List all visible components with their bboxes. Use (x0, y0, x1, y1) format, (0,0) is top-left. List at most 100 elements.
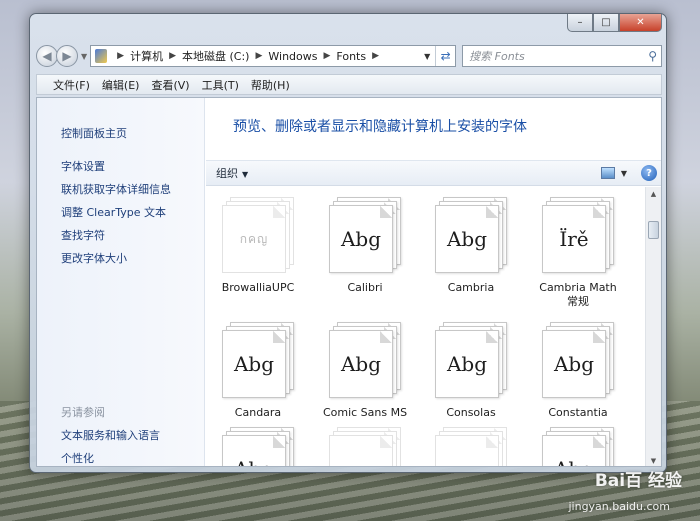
font-tile[interactable]: Ïrě Cambria Math 常规 (528, 197, 628, 309)
font-name: Cambria Math (539, 281, 617, 294)
font-style: 常规 (567, 295, 589, 308)
menu-view[interactable]: 查看(V) (151, 77, 189, 93)
back-button[interactable]: ◀ (36, 45, 58, 67)
menu-help[interactable]: 帮助(H) (251, 77, 290, 93)
explorer-window: – □ ✕ ◀ ▶ ▼ ▶ 计算机 ▶ 本地磁盘 (C:) ▶ Windows … (29, 13, 667, 473)
search-icon[interactable]: ⚲ (648, 49, 657, 63)
change-view-icon[interactable] (600, 167, 615, 179)
minimize-button[interactable]: – (567, 14, 593, 32)
font-sample: กคญ (453, 460, 482, 467)
forward-arrow-icon: ▶ (62, 49, 72, 63)
close-button[interactable]: ✕ (619, 14, 662, 32)
font-file-icon: Abg (329, 197, 401, 273)
see-also-heading: 另请参阅 (61, 406, 105, 419)
page-title: 预览、删除或者显示和隐藏计算机上安装的字体 (233, 119, 527, 135)
chevron-right-icon[interactable]: ▶ (117, 51, 124, 61)
menu-edit[interactable]: 编辑(E) (102, 77, 140, 93)
organize-label: 组织 (216, 167, 238, 180)
font-tile[interactable]: กคญ BrowalliaUPC (208, 197, 308, 295)
folder-icon (95, 49, 108, 63)
search-input[interactable]: 搜索 Fonts ⚲ (462, 45, 662, 67)
change-font-size-link[interactable]: 更改字体大小 (61, 250, 127, 266)
text-services-link[interactable]: 文本服务和输入语言 (61, 427, 160, 443)
font-sample: Abg (340, 352, 382, 376)
control-panel-home-link[interactable]: 控制面板主页 (61, 125, 127, 141)
main-pane: 预览、删除或者显示和隐藏计算机上安装的字体 组织 ▼ ▼ ? กคญ Browall… (206, 98, 661, 466)
font-file-icon: กคญ (329, 427, 401, 467)
breadcrumb-windows[interactable]: Windows (268, 50, 317, 63)
menu-tools[interactable]: 工具(T) (202, 77, 239, 93)
forward-button[interactable]: ▶ (56, 45, 78, 67)
watermark-logo: Bai百 经验 (594, 471, 682, 491)
font-file-icon: Abg (435, 322, 507, 398)
cleartype-link[interactable]: 调整 ClearType 文本 (61, 204, 166, 220)
address-dropdown-icon[interactable]: ▼ (419, 52, 435, 61)
find-character-link[interactable]: 查找字符 (61, 227, 105, 243)
font-tile[interactable]: Abg (528, 427, 628, 466)
menu-file[interactable]: 文件(F) (53, 77, 90, 93)
refresh-icon[interactable]: ⇄ (435, 46, 455, 66)
font-file-icon: Abg (542, 322, 614, 398)
font-tile[interactable]: Abg Constantia (528, 322, 628, 420)
font-name: Constantia (548, 406, 608, 419)
font-name: Calibri (347, 281, 383, 294)
font-file-icon: กคญ (222, 197, 294, 273)
recent-pages-dropdown[interactable]: ▼ (81, 52, 87, 61)
font-file-icon: Abg (329, 322, 401, 398)
font-grid: กคญ BrowalliaUPC Abg Calibri Abg Cambria Ïrě Ca… (206, 187, 643, 467)
font-tile[interactable]: Abg (208, 427, 308, 466)
watermark-url: jingyan.baidu.com (568, 500, 670, 513)
view-dropdown-icon[interactable]: ▼ (621, 169, 627, 178)
font-name: Consolas (446, 406, 496, 419)
address-bar[interactable]: ▶ 计算机 ▶ 本地磁盘 (C:) ▶ Windows ▶ Fonts ▶ ▼ … (90, 45, 457, 67)
font-tile[interactable]: กคญ (421, 427, 521, 467)
font-tile[interactable]: กคญ (315, 427, 415, 467)
font-sample: Abg (446, 352, 488, 376)
maximize-button[interactable]: □ (593, 14, 619, 32)
vertical-scrollbar[interactable]: ▲ ▼ (645, 187, 661, 466)
command-bar: 组织 ▼ ▼ ? (206, 160, 661, 186)
breadcrumb-local-disk[interactable]: 本地磁盘 (C:) (182, 48, 249, 64)
chevron-right-icon[interactable]: ▶ (324, 51, 331, 61)
font-sample: กคญ (347, 460, 376, 467)
font-sample: Abg (446, 227, 488, 251)
font-name: Candara (234, 406, 282, 419)
chevron-right-icon[interactable]: ▶ (169, 51, 176, 61)
back-arrow-icon: ◀ (42, 49, 52, 63)
search-placeholder: 搜索 Fonts (469, 50, 525, 63)
font-file-icon: Abg (222, 322, 294, 398)
font-file-icon: กคญ (435, 427, 507, 467)
font-tile[interactable]: Abg Candara (208, 322, 308, 420)
font-name: Cambria (447, 281, 495, 294)
font-tile[interactable]: Abg Calibri (315, 197, 415, 295)
caption-buttons: – □ ✕ (567, 14, 662, 32)
font-sample: Abg (553, 352, 595, 376)
font-tile[interactable]: Abg Cambria (421, 197, 521, 295)
breadcrumb-fonts[interactable]: Fonts (336, 50, 366, 63)
font-sample: กคญ (239, 231, 269, 246)
scroll-thumb[interactable] (648, 221, 659, 239)
personalization-link[interactable]: 个性化 (61, 450, 94, 466)
chevron-down-icon: ▼ (242, 170, 249, 179)
font-name: BrowalliaUPC (221, 281, 295, 294)
organize-button[interactable]: 组织 ▼ (216, 165, 248, 181)
font-sample: Abg (234, 457, 274, 466)
font-tile[interactable]: Abg Comic Sans MS (315, 322, 415, 420)
chevron-right-icon[interactable]: ▶ (255, 51, 262, 61)
font-sample: Abg (554, 457, 594, 466)
font-file-icon: Ïrě (542, 197, 614, 273)
menu-bar: 文件(F) 编辑(E) 查看(V) 工具(T) 帮助(H) (36, 74, 662, 95)
content-area: 控制面板主页 字体设置 联机获取字体详细信息 调整 ClearType 文本 查… (36, 97, 662, 467)
font-tile[interactable]: Abg Consolas (421, 322, 521, 420)
scroll-up-icon[interactable]: ▲ (646, 187, 661, 201)
font-file-icon: Abg (222, 427, 294, 466)
breadcrumb-computer[interactable]: 计算机 (130, 48, 163, 64)
font-file-icon: Abg (435, 197, 507, 273)
help-icon[interactable]: ? (641, 165, 657, 181)
task-pane: 控制面板主页 字体设置 联机获取字体详细信息 调整 ClearType 文本 查… (37, 98, 205, 466)
online-font-info-link[interactable]: 联机获取字体详细信息 (61, 181, 171, 197)
font-sample: Abg (340, 227, 382, 251)
font-sample: Ïrě (559, 227, 589, 251)
font-settings-link[interactable]: 字体设置 (61, 158, 105, 174)
chevron-right-icon[interactable]: ▶ (372, 51, 379, 61)
